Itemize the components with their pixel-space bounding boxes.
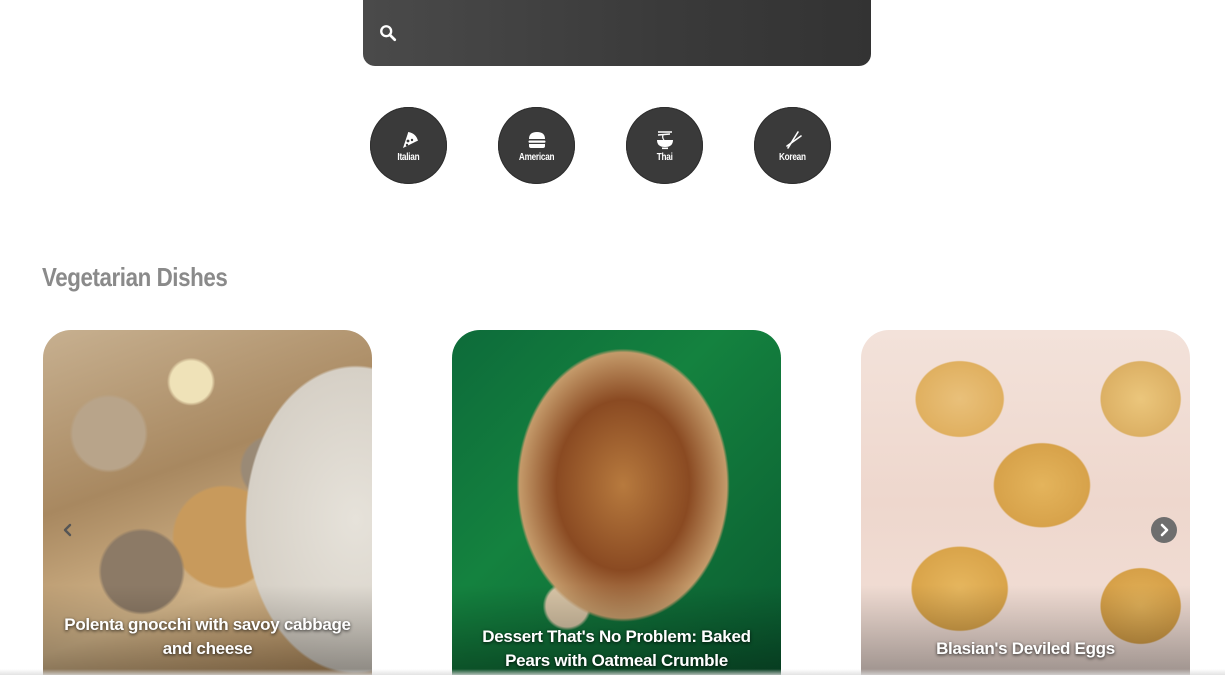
recipe-card-title: Dessert That's No Problem: Baked Pears w… bbox=[482, 627, 751, 670]
carousel-next-button[interactable] bbox=[1151, 517, 1177, 543]
cuisine-american-button[interactable]: American bbox=[498, 107, 575, 184]
search-bar[interactable] bbox=[363, 0, 871, 66]
search-input[interactable] bbox=[407, 14, 861, 54]
bottom-fade bbox=[0, 669, 1225, 675]
chevron-left-icon bbox=[63, 523, 72, 537]
pizza-icon bbox=[402, 132, 418, 148]
chevron-right-icon bbox=[1160, 523, 1169, 537]
noodle-bowl-icon bbox=[656, 131, 673, 150]
section-title: Vegetarian Dishes bbox=[42, 262, 228, 292]
cuisine-label: American bbox=[518, 152, 555, 163]
chopsticks-icon bbox=[785, 131, 802, 149]
cuisine-label: Korean bbox=[779, 152, 806, 163]
cuisine-label: Italian bbox=[397, 152, 420, 163]
recipe-card[interactable]: Polenta gnocchi with savoy cabbage and c… bbox=[43, 330, 372, 675]
recipe-card[interactable]: Dessert That's No Problem: Baked Pears w… bbox=[452, 330, 781, 675]
cuisine-italian-button[interactable]: Italian bbox=[370, 107, 447, 184]
cuisine-filter-list: Italian American Thai Korean bbox=[370, 107, 832, 185]
recipe-card-title: Blasian's Deviled Eggs bbox=[936, 639, 1115, 658]
search-icon bbox=[380, 25, 397, 42]
cuisine-thai-button[interactable]: Thai bbox=[626, 107, 703, 184]
cuisine-label: Thai bbox=[656, 152, 673, 163]
carousel-prev-button[interactable] bbox=[55, 517, 81, 543]
cuisine-korean-button[interactable]: Korean bbox=[754, 107, 831, 184]
recipe-card[interactable]: Blasian's Deviled Eggs bbox=[861, 330, 1190, 675]
burger-icon bbox=[528, 132, 545, 148]
recipe-card-title: Polenta gnocchi with savoy cabbage and c… bbox=[64, 615, 351, 658]
